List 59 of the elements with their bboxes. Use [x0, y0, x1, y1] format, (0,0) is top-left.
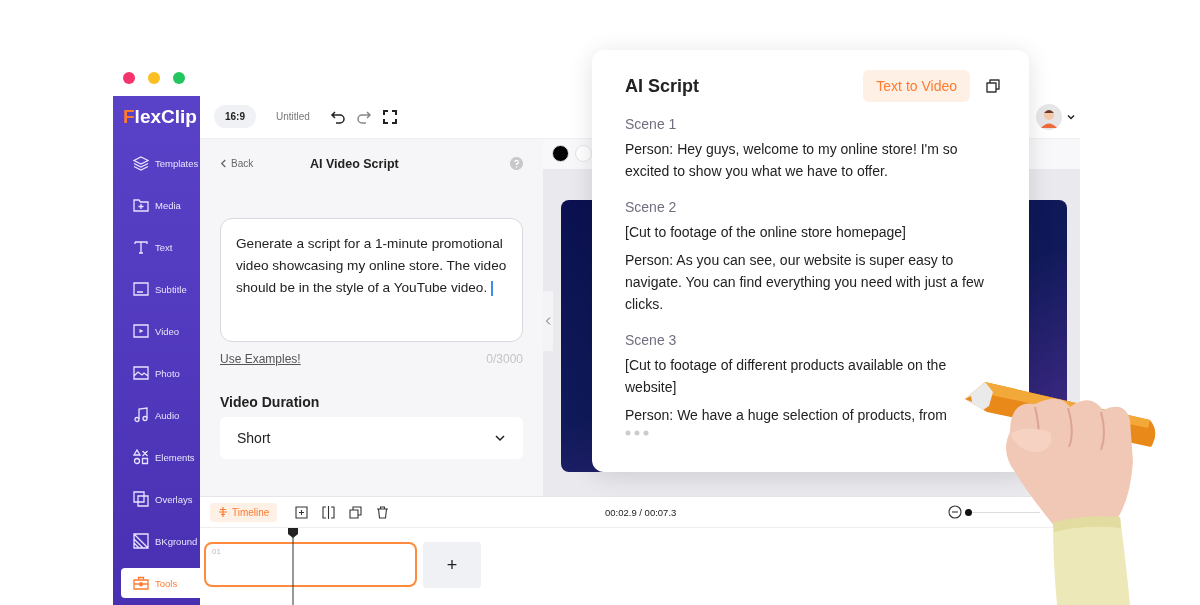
color-swatch[interactable]	[552, 145, 569, 163]
zoom-out-icon[interactable]	[948, 505, 962, 520]
playback-time: 00:02.9 / 00:07.3	[605, 506, 677, 518]
sidebar-item[interactable]: Video	[121, 316, 200, 346]
fullscreen-icon[interactable]	[381, 108, 398, 125]
back-link[interactable]: Back	[220, 158, 310, 170]
duplicate-icon[interactable]	[349, 505, 363, 519]
add-clip-icon[interactable]	[295, 505, 309, 519]
window-control[interactable]	[123, 72, 135, 84]
prompt-input[interactable]: Generate a script for a 1-minute promotional video showcasing my online store. The video should be in the style of a YouTube video.	[220, 217, 523, 342]
sidebar-item[interactable]: BKground	[121, 526, 200, 556]
script-line: Person: Hey guys, welcome to my online store! I'm so excited to show you what we have to offer.	[625, 140, 959, 181]
sidebar-icon	[133, 323, 149, 339]
examples-link[interactable]: Use Examples!	[220, 351, 301, 366]
avatar-icon[interactable]	[1036, 103, 1062, 130]
script-line: Person: We have a huge selection of products, from	[625, 406, 948, 425]
collapse-handle[interactable]	[543, 290, 553, 351]
undo-icon[interactable]	[329, 108, 346, 125]
script-line: [Cut to footage of different products available on the website]	[625, 356, 948, 397]
color-swatch[interactable]	[575, 145, 592, 163]
sidebar-icon	[133, 533, 149, 549]
sidebar-icon	[133, 491, 149, 507]
script-line: [Cut to footage of the online store homepage]	[625, 223, 907, 242]
script-line: Person: As you can see, our website is super easy to navigate. You can find everything you need with just a few clicks.	[625, 251, 985, 314]
sidebar-icon	[133, 449, 149, 465]
sidebar-icon	[133, 281, 149, 297]
sidebar-item[interactable]: Media	[121, 190, 200, 220]
split-icon[interactable]	[322, 505, 336, 519]
aspect-ratio-button[interactable]: 16:9	[214, 105, 256, 129]
sidebar-item[interactable]: Templates	[121, 148, 200, 178]
sidebar-icon	[133, 197, 149, 213]
scene-heading: Scene 1	[625, 116, 678, 132]
sidebar-icon	[133, 407, 149, 423]
sidebar-item[interactable]: Elements	[121, 442, 200, 472]
timeline-icon	[218, 507, 228, 518]
sidebar-item[interactable]: Audio	[121, 400, 200, 430]
sidebar-icon	[133, 239, 149, 255]
card-title: AI Script	[625, 75, 700, 97]
panel-title: AI Video Script	[310, 156, 400, 171]
scene-heading: Scene 3	[625, 332, 678, 348]
back-icon	[220, 159, 227, 169]
redo-icon[interactable]	[355, 108, 372, 125]
sidebar-item[interactable]: Overlays	[121, 484, 200, 514]
sidebar-icon	[133, 575, 149, 591]
scene-heading: Scene 2	[625, 199, 678, 215]
sidebar-icon	[133, 155, 149, 171]
copy-icon[interactable]	[985, 78, 1001, 94]
app-logo: FlexClip	[122, 105, 198, 129]
sidebar-icon	[133, 365, 149, 381]
playhead[interactable]	[287, 528, 299, 605]
duration-label: Video Duration	[220, 393, 321, 410]
sidebar-item[interactable]: Photo	[121, 358, 200, 388]
sidebar-item[interactable]: Text	[121, 232, 200, 262]
delete-icon[interactable]	[376, 505, 390, 519]
project-title[interactable]: Untitled	[266, 111, 320, 123]
duration-dropdown[interactable]: Short	[220, 416, 523, 459]
sidebar-item[interactable]: Subtitle	[121, 274, 200, 304]
add-scene-button[interactable]: +	[423, 542, 481, 589]
slider-thumb[interactable]	[965, 508, 972, 516]
